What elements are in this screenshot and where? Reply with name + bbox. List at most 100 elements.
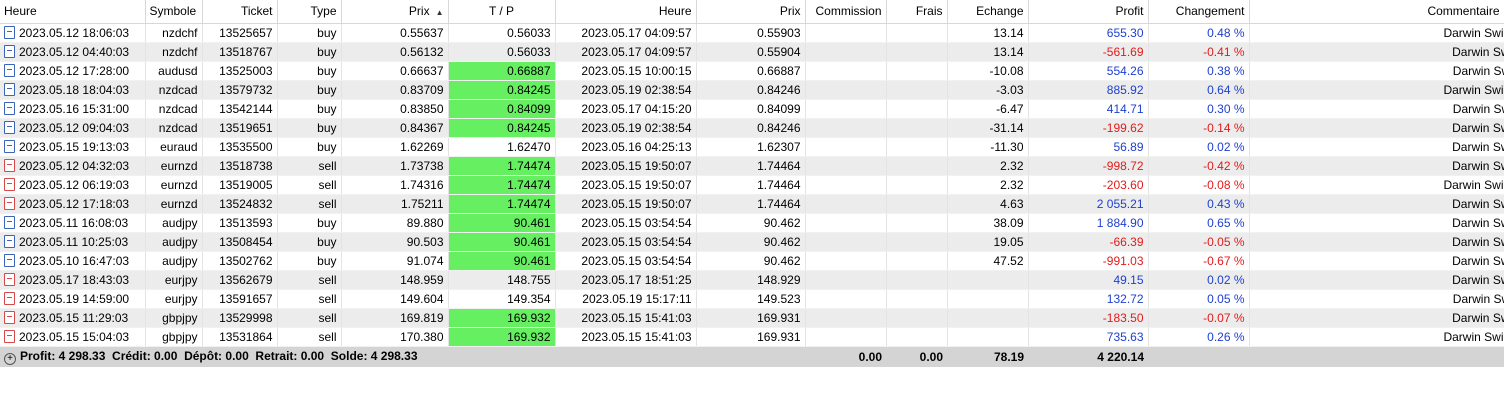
table-row[interactable]: 2023.05.15 11:29:03 gbpjpy 13529998 sell 169…	[0, 308, 1504, 328]
col-header-frais[interactable]: Frais	[886, 0, 948, 24]
cell-close-price: 90.462	[696, 232, 806, 252]
col-header-heure-close[interactable]: Heure	[555, 0, 697, 24]
summary-fees: 0.00	[886, 345, 947, 367]
cell-tp: 148.755	[448, 270, 556, 290]
col-header-changement[interactable]: Changement	[1148, 0, 1250, 24]
cell-close-time-value: 2023.05.15 19:50:07	[581, 196, 692, 211]
table-row[interactable]: 2023.05.16 15:31:00 nzdcad 13542144 buy 0.83…	[0, 99, 1504, 119]
cell-symbol: audjpy	[145, 232, 203, 252]
col-header-commentaire[interactable]: Commentaire	[1249, 0, 1504, 24]
trade-history-table: Heure Symbole Ticket Type Prix ▲ T / P He…	[0, 0, 1504, 367]
cell-close-time: 2023.05.15 03:54:54	[555, 213, 697, 233]
cell-change-value: 0.38 %	[1207, 63, 1245, 78]
cell-change-value: -0.67 %	[1203, 253, 1245, 268]
expand-plus-icon[interactable]: +	[4, 352, 16, 365]
cell-tp-value: 169.932	[507, 310, 551, 325]
col-header-symbole[interactable]: Symbole	[145, 0, 203, 24]
cell-type-value: buy	[317, 44, 337, 59]
summary-empty	[1249, 345, 1504, 367]
cell-fees	[886, 156, 948, 176]
table-row[interactable]: 2023.05.12 09:04:03 nzdcad 13519651 buy 0.84…	[0, 118, 1504, 138]
summary-commission: 0.00	[805, 345, 886, 367]
col-header-prix-close[interactable]: Prix	[696, 0, 806, 24]
table-row[interactable]: 2023.05.10 16:47:03 audjpy 13502762 buy 91.0…	[0, 251, 1504, 271]
cell-profit-value: 49.15	[1113, 272, 1144, 287]
table-row[interactable]: 2023.05.12 17:28:00 audusd 13525003 buy 0.66…	[0, 61, 1504, 81]
cell-fees	[886, 137, 948, 157]
cell-change-value: 0.26 %	[1207, 329, 1245, 344]
table-row[interactable]: 2023.05.12 18:06:03 nzdchf 13525657 buy 0.55…	[0, 23, 1504, 43]
cell-tp: 0.84245	[448, 80, 556, 100]
col-header-tp[interactable]: T / P	[448, 0, 556, 24]
cell-symbol-value: gbpjpy	[162, 329, 198, 344]
cell-comment-value: Darwin Swing N	[1452, 44, 1504, 59]
cell-close-time-value: 2023.05.15 19:50:07	[581, 158, 692, 173]
cell-close-time-value: 2023.05.15 15:41:03	[581, 310, 692, 325]
col-header-heure[interactable]: Heure	[0, 0, 146, 24]
col-label: Heure	[658, 4, 692, 19]
table-row[interactable]: 2023.05.12 04:32:03 eurnzd 13518738 sell 1.7…	[0, 156, 1504, 176]
table-row[interactable]: 2023.05.18 18:04:03 nzdcad 13579732 buy 0.83…	[0, 80, 1504, 100]
cell-tp-value: 0.84245	[507, 120, 551, 135]
cell-symbol: eurnzd	[145, 175, 203, 195]
cell-symbol: nzdchf	[145, 23, 203, 43]
order-sell-icon	[4, 158, 15, 172]
table-row[interactable]: 2023.05.12 17:18:03 eurnzd 13524832 sell 1.7…	[0, 194, 1504, 214]
table-row[interactable]: 2023.05.12 04:40:03 nzdchf 13518767 buy 0.56…	[0, 42, 1504, 62]
col-header-prix[interactable]: Prix ▲	[341, 0, 449, 24]
col-label: Echange	[976, 4, 1024, 19]
col-header-profit[interactable]: Profit	[1028, 0, 1149, 24]
col-label: T / P	[488, 4, 515, 19]
col-header-ticket[interactable]: Ticket	[202, 0, 278, 24]
cell-type: buy	[277, 232, 342, 252]
cell-change: 0.02 %	[1148, 270, 1250, 290]
cell-swap-value: -3.03	[996, 82, 1024, 97]
cell-commission	[805, 118, 887, 138]
cell-type: sell	[277, 327, 342, 347]
cell-open-time-value: 2023.05.18 18:04:03	[19, 82, 130, 97]
cell-symbol-value: eurnzd	[160, 196, 198, 211]
table-row[interactable]: 2023.05.12 06:19:03 eurnzd 13519005 sell 1.7…	[0, 175, 1504, 195]
cell-tp-value: 0.66887	[507, 63, 551, 78]
cell-swap	[947, 308, 1029, 328]
cell-close-price-value: 1.62307	[757, 139, 801, 154]
cell-symbol: audusd	[145, 61, 203, 81]
table-row[interactable]: 2023.05.19 14:59:00 eurjpy 13591657 sell 149…	[0, 289, 1504, 309]
cell-symbol: audjpy	[145, 251, 203, 271]
cell-ticket-value: 13502762	[219, 253, 273, 268]
cell-fees	[886, 175, 948, 195]
col-header-echange[interactable]: Echange	[947, 0, 1029, 24]
col-header-commission[interactable]: Commission	[805, 0, 887, 24]
cell-profit-value: 885.92	[1106, 82, 1144, 97]
cell-swap	[947, 270, 1029, 290]
cell-tp: 0.56033	[448, 23, 556, 43]
table-row[interactable]: 2023.05.15 15:04:03 gbpjpy 13531864 sell 170…	[0, 327, 1504, 347]
cell-swap-value: 4.63	[1000, 196, 1024, 211]
cell-commission	[805, 137, 887, 157]
cell-close-price: 90.462	[696, 213, 806, 233]
table-row[interactable]: 2023.05.15 19:13:03 euraud 13535500 buy 1.62…	[0, 137, 1504, 157]
cell-close-time-value: 2023.05.17 04:09:57	[581, 44, 692, 59]
cell-ticket-value: 13524832	[219, 196, 273, 211]
cell-price-value: 1.74316	[400, 177, 444, 192]
cell-type-value: buy	[317, 82, 337, 97]
col-header-type[interactable]: Type	[277, 0, 342, 24]
cell-profit: 735.63	[1028, 327, 1149, 347]
cell-comment: Darwin Swing NR	[1249, 327, 1504, 347]
cell-tp: 0.66887	[448, 61, 556, 81]
cell-price-value: 91.074	[406, 253, 444, 268]
cell-swap: 38.09	[947, 213, 1029, 233]
table-row[interactable]: 2023.05.11 16:08:03 audjpy 13513593 buy 89.8…	[0, 213, 1504, 233]
col-label: Profit	[1115, 4, 1144, 19]
cell-commission	[805, 232, 887, 252]
cell-ticket: 13524832	[202, 194, 278, 214]
cell-profit-value: 414.71	[1106, 101, 1144, 116]
cell-ticket: 13579732	[202, 80, 278, 100]
cell-profit: 1 884.90	[1028, 213, 1149, 233]
table-row[interactable]: 2023.05.17 18:43:03 eurjpy 13562679 sell 148…	[0, 270, 1504, 290]
cell-swap-value: -6.47	[996, 101, 1024, 116]
cell-close-time: 2023.05.15 10:00:15	[555, 61, 697, 81]
table-row[interactable]: 2023.05.11 10:25:03 audjpy 13508454 buy 90.5…	[0, 232, 1504, 252]
cell-tp: 169.932	[448, 308, 556, 328]
cell-symbol-value: audusd	[158, 63, 198, 78]
